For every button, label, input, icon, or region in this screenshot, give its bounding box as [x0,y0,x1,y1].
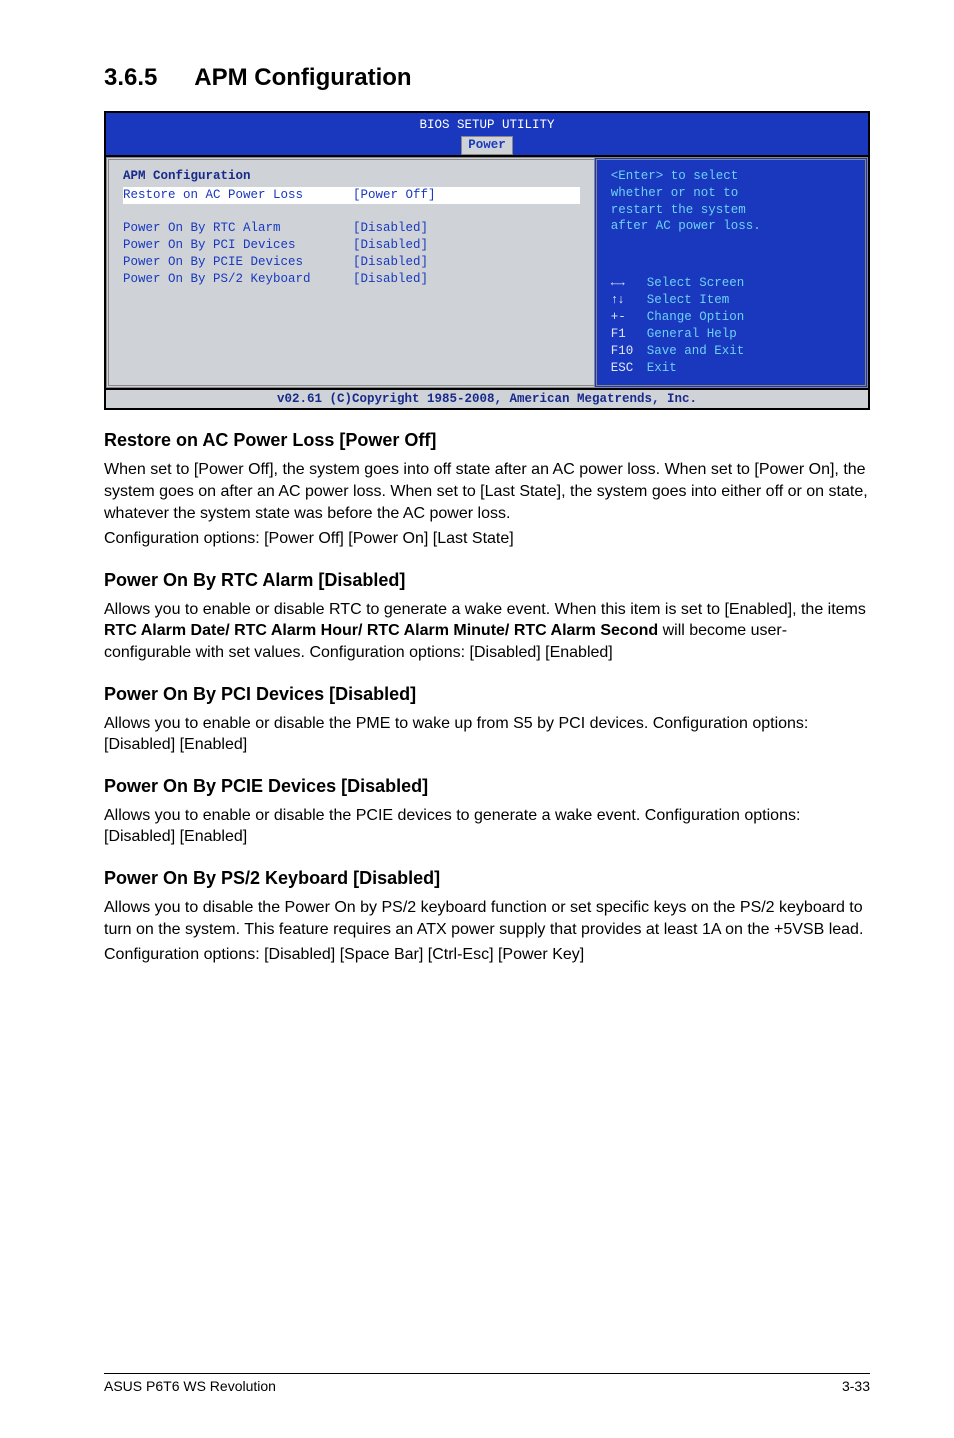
bios-nav-row: ESCExit [611,360,851,377]
bios-help-line: whether or not to [611,185,851,202]
bios-help-line: <Enter> to select [611,168,851,185]
bios-help-line: restart the system [611,202,851,219]
body-paragraph: Configuration options: [Power Off] [Powe… [104,528,870,550]
body-paragraph: Allows you to enable or disable the PCIE… [104,805,870,848]
footer-right: 3-33 [842,1378,870,1394]
bios-title: BIOS SETUP UTILITY [419,118,554,132]
bios-setting-value: [Power Off] [353,187,580,204]
page-footer: ASUS P6T6 WS Revolution 3-33 [104,1373,870,1394]
bios-nav-key: ↑↓ [611,292,647,309]
bios-setting-row: Restore on AC Power Loss[Power Off] [123,187,580,204]
bios-setting-label: Power On By PCIE Devices [123,254,353,271]
bios-nav-desc: Select Screen [647,275,851,292]
bios-nav-keys: ←→Select Screen↑↓Select Item+- Change Op… [611,275,851,376]
bios-help-panel: <Enter> to select whether or not to rest… [594,157,868,388]
subsection-heading: Power On By RTC Alarm [Disabled] [104,570,870,591]
bios-setting-row: Power On By PCIE Devices[Disabled] [123,254,580,271]
bios-nav-row: ←→Select Screen [611,275,851,292]
subsection-heading: Power On By PCIE Devices [Disabled] [104,776,870,797]
bios-setting-row: Power On By RTC Alarm[Disabled] [123,220,580,237]
bios-footer: v02.61 (C)Copyright 1985-2008, American … [106,388,868,409]
bios-setting-label: Power On By PCI Devices [123,237,353,254]
bios-nav-desc: Select Item [647,292,851,309]
bios-nav-desc: Change Option [647,309,851,326]
bios-nav-key: F1 [611,326,647,343]
body-paragraph: Allows you to disable the Power On by PS… [104,897,870,940]
section-heading: 3.6.5 APM Configuration [104,56,870,93]
bios-setting-row: Power On By PCI Devices[Disabled] [123,237,580,254]
body-paragraph: When set to [Power Off], the system goes… [104,459,870,524]
bios-setting-value: [Disabled] [353,237,580,254]
body-paragraph: Allows you to enable or disable RTC to g… [104,599,870,664]
bios-setting-label: Power On By RTC Alarm [123,220,353,237]
bios-setting-value: [Disabled] [353,220,580,237]
bios-blank-line [123,204,580,221]
bios-nav-row: ↑↓Select Item [611,292,851,309]
bios-nav-key: ESC [611,360,647,377]
bios-nav-desc: General Help [647,326,851,343]
bios-nav-row: F1General Help [611,326,851,343]
bios-setting-value: [Disabled] [353,254,580,271]
bios-screenshot: BIOS SETUP UTILITY Power APM Configurati… [104,111,870,410]
bios-help-text: <Enter> to select whether or not to rest… [611,168,851,236]
bios-panel-heading: APM Configuration [123,168,580,185]
bios-nav-key: ←→ [611,275,647,292]
bios-title-bar: BIOS SETUP UTILITY Power [106,113,868,155]
bios-active-tab: Power [461,136,513,155]
bios-setting-row: Power On By PS/2 Keyboard[Disabled] [123,271,580,288]
bios-setting-value: [Disabled] [353,271,580,288]
bios-help-line: after AC power loss. [611,218,851,235]
section-number: 3.6.5 [104,64,157,92]
subsection-heading: Restore on AC Power Loss [Power Off] [104,430,870,451]
section-title: APM Configuration [194,64,411,92]
body-paragraph: Allows you to enable or disable the PME … [104,713,870,756]
bios-nav-key: F10 [611,343,647,360]
footer-left: ASUS P6T6 WS Revolution [104,1378,276,1394]
bios-setting-label: Power On By PS/2 Keyboard [123,271,353,288]
bios-setting-label: Restore on AC Power Loss [123,187,353,204]
body-paragraph: Configuration options: [Disabled] [Space… [104,944,870,966]
bios-left-panel: APM Configuration Restore on AC Power Lo… [106,157,594,388]
subsection-heading: Power On By PCI Devices [Disabled] [104,684,870,705]
bios-nav-desc: Exit [647,360,851,377]
bios-nav-key: +- [611,309,647,326]
bios-nav-desc: Save and Exit [647,343,851,360]
subsection-heading: Power On By PS/2 Keyboard [Disabled] [104,868,870,889]
bios-nav-row: +- Change Option [611,309,851,326]
bios-nav-row: F10Save and Exit [611,343,851,360]
